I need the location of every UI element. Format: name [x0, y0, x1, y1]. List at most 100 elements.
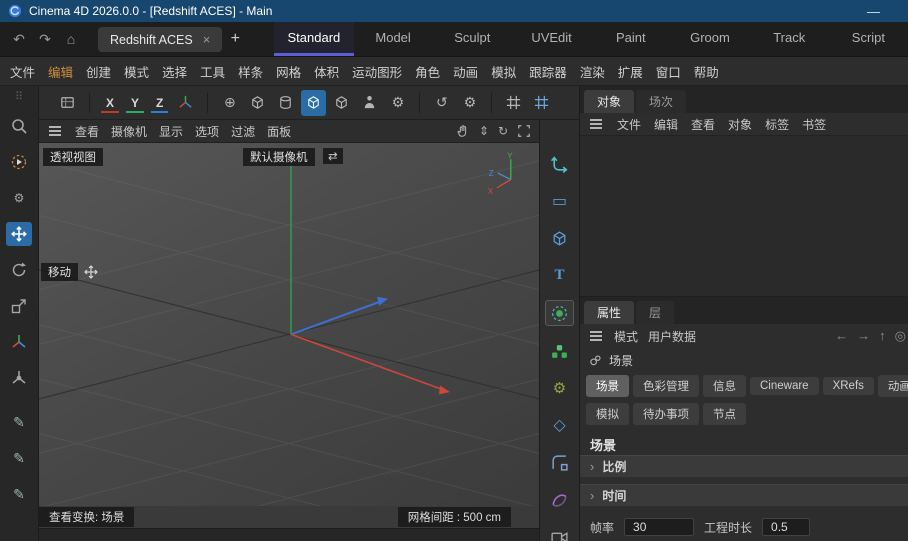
menu-item-volume[interactable]: 体积 — [314, 62, 339, 81]
orbit-icon[interactable]: ↻ — [498, 124, 508, 138]
menu-item-mograph[interactable]: 运动图形 — [352, 62, 402, 81]
spline-wrap-button[interactable] — [546, 450, 573, 474]
om-menu-view[interactable]: 查看 — [691, 116, 715, 133]
menu-item-help[interactable]: 帮助 — [694, 62, 719, 81]
workspace-tab-standard[interactable]: Standard — [274, 22, 353, 56]
redo-button[interactable]: ↷ — [32, 22, 58, 56]
reset-settings-button[interactable]: ⚙ — [457, 90, 482, 116]
close-tab-icon[interactable]: × — [203, 32, 211, 47]
tab-takes[interactable]: 场次 — [636, 90, 686, 113]
menu-item-tracker[interactable]: 跟踪器 — [529, 62, 567, 81]
cloner-button[interactable] — [546, 339, 573, 363]
workspace-tab-track[interactable]: Track — [750, 22, 829, 56]
pan-hand-icon[interactable] — [456, 124, 470, 138]
group-time[interactable]: › 时间 — [580, 484, 908, 507]
texture-mode-button[interactable] — [329, 90, 354, 116]
menu-item-character[interactable]: 角色 — [415, 62, 440, 81]
search-commander-button[interactable] — [6, 114, 32, 138]
workplane-button[interactable] — [55, 90, 80, 116]
menu-item-animate[interactable]: 动画 — [453, 62, 478, 81]
object-mode-button[interactable] — [301, 90, 326, 116]
character-tool-button[interactable] — [357, 90, 382, 116]
menu-item-extensions[interactable]: 扩展 — [618, 62, 643, 81]
undo-button[interactable]: ↶ — [6, 22, 32, 56]
selected-object-row[interactable]: 场景 — [580, 348, 908, 372]
workspace-tab-groom[interactable]: Groom — [670, 22, 749, 56]
grid-snap-button[interactable] — [501, 90, 526, 116]
user-data-dropdown[interactable]: 用户数据 — [648, 328, 696, 345]
pen-tool-button[interactable]: ✎ — [6, 410, 32, 434]
make-editable-button[interactable] — [245, 90, 270, 116]
quantize-button[interactable] — [529, 90, 554, 116]
grip-handle-icon[interactable]: ⠿ — [6, 90, 32, 102]
text-object-button[interactable]: T — [546, 263, 573, 287]
frame-all-icon[interactable] — [517, 124, 531, 138]
coordinate-mode-button[interactable] — [173, 90, 198, 116]
fps-input[interactable]: 30 — [624, 518, 694, 536]
cube-primitive-button[interactable] — [546, 226, 573, 250]
spline-pen-tool-button[interactable] — [546, 152, 573, 176]
category-simulation-button[interactable]: 模拟 — [586, 403, 629, 425]
viewport-name-label[interactable]: 透视视图 — [43, 148, 103, 166]
category-todo-button[interactable]: 待办事项 — [633, 403, 699, 425]
vp-menu-options[interactable]: 选项 — [195, 123, 219, 140]
axis-lock-z-button[interactable]: Z — [151, 93, 168, 113]
category-animation-button[interactable]: 动画 — [878, 375, 908, 397]
reset-psr-button[interactable]: ↺ — [429, 90, 454, 116]
vp-menu-cameras[interactable]: 摄像机 — [111, 123, 147, 140]
group-scale[interactable]: › 比例 — [580, 455, 908, 478]
back-icon[interactable]: ← — [835, 328, 848, 344]
om-menu-objects[interactable]: 对象 — [728, 116, 752, 133]
live-selection-button[interactable] — [6, 150, 32, 174]
mode-dropdown[interactable]: 模式 — [614, 328, 638, 345]
forward-icon[interactable]: → — [857, 328, 870, 344]
camera-name-label[interactable]: 默认摄像机 — [243, 148, 315, 166]
object-manager-menu-icon[interactable] — [590, 123, 602, 125]
workspace-tab-model[interactable]: Model — [354, 22, 433, 56]
menu-item-mode[interactable]: 模式 — [124, 62, 149, 81]
rotate-tool-button[interactable] — [6, 258, 32, 282]
snap-button[interactable]: ⊕ — [217, 90, 242, 116]
viewport-menu-icon[interactable] — [49, 130, 61, 132]
menu-item-select[interactable]: 选择 — [162, 62, 187, 81]
menu-item-mesh[interactable]: 网格 — [276, 62, 301, 81]
viewport-canvas[interactable]: 透视视图 默认摄像机 ⇄ 移动 Y Z X — [39, 143, 539, 506]
workspace-tab-uvedit[interactable]: UVEdit — [512, 22, 591, 56]
axis-lock-x-button[interactable]: X — [101, 93, 119, 113]
menu-item-render[interactable]: 渲染 — [580, 62, 605, 81]
bend-deformer-button[interactable] — [546, 487, 573, 511]
menu-item-file[interactable]: 文件 — [10, 62, 35, 81]
menu-item-simulate[interactable]: 模拟 — [491, 62, 516, 81]
rectangle-spline-button[interactable]: ▭ — [546, 189, 573, 213]
vp-menu-panel[interactable]: 面板 — [267, 123, 291, 140]
picker-icon[interactable]: ◎ — [895, 328, 906, 344]
scale-tool-button[interactable] — [6, 294, 32, 318]
om-menu-bookmarks[interactable]: 书签 — [802, 116, 826, 133]
menu-item-tools[interactable]: 工具 — [200, 62, 225, 81]
om-menu-edit[interactable]: 编辑 — [654, 116, 678, 133]
tab-layers[interactable]: 层 — [636, 301, 674, 324]
document-tab[interactable]: Redshift ACES × — [98, 27, 222, 52]
up-icon[interactable]: ↑ — [879, 328, 886, 344]
tab-objects[interactable]: 对象 — [584, 90, 634, 113]
category-scene-button[interactable]: 场景 — [586, 375, 629, 397]
axis-gizmo[interactable]: Y Z X — [485, 149, 531, 199]
category-nodes-button[interactable]: 节点 — [703, 403, 746, 425]
camera-object-button[interactable] — [546, 524, 573, 541]
menu-item-window[interactable]: 窗口 — [656, 62, 681, 81]
dolly-icon[interactable]: ⇕ — [479, 124, 489, 138]
axis-tool-button[interactable] — [6, 330, 32, 354]
duration-input[interactable]: 0.5 — [762, 518, 810, 536]
object-list[interactable] — [580, 136, 908, 297]
coordinate-system-button[interactable] — [6, 366, 32, 390]
workspace-tab-script[interactable]: Script — [829, 22, 908, 56]
sketch-tool-button[interactable]: ✎ — [6, 446, 32, 470]
attribute-menu-icon[interactable] — [590, 335, 602, 337]
model-mode-button[interactable] — [273, 90, 298, 116]
tweak-mode-button[interactable]: ⚙ — [6, 186, 32, 210]
category-color-management-button[interactable]: 色彩管理 — [633, 375, 699, 397]
category-info-button[interactable]: 信息 — [703, 375, 746, 397]
home-button[interactable]: ⌂ — [58, 22, 84, 56]
workspace-tab-paint[interactable]: Paint — [591, 22, 670, 56]
vp-menu-display[interactable]: 显示 — [159, 123, 183, 140]
